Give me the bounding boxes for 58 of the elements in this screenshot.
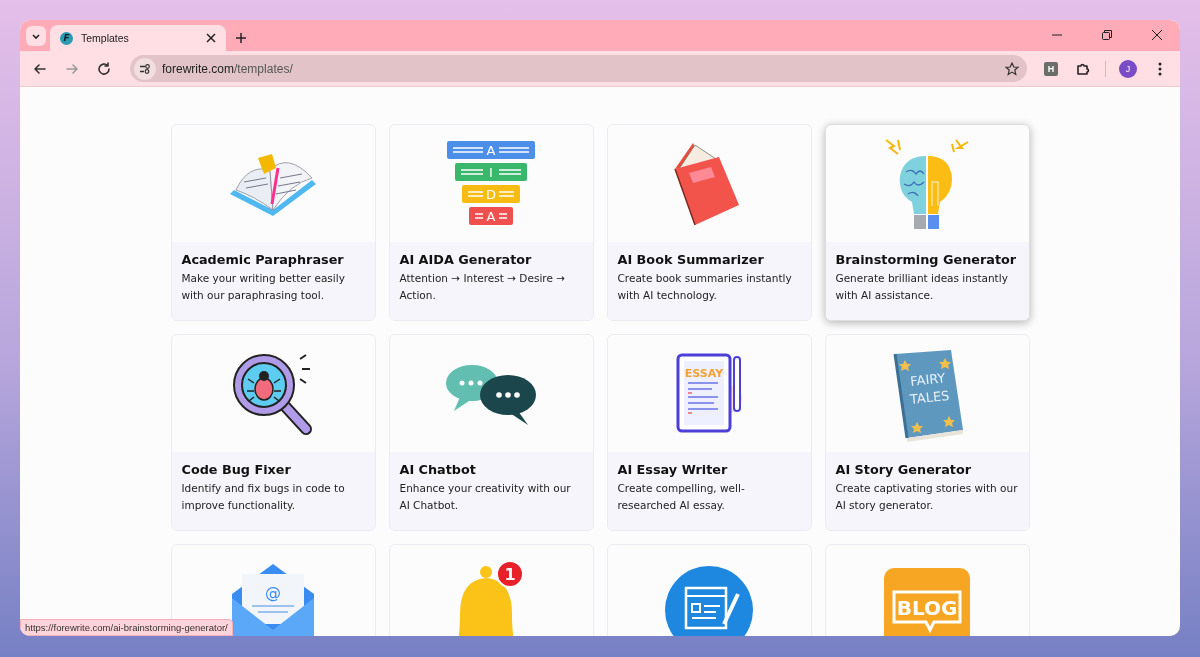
browser-tab[interactable]: F Templates bbox=[50, 25, 226, 51]
card-title: AI Book Summarizer bbox=[617, 252, 765, 267]
template-card[interactable]: Academic Paraphraser Make your writing better easily with our paraphrasing tool. bbox=[170, 124, 376, 321]
template-card[interactable]: FAIRY TALES AI Story Generator Create captivating stories with our AI story generator. bbox=[824, 334, 1030, 531]
card-title: Academic Paraphraser bbox=[181, 252, 345, 267]
close-window-icon[interactable] bbox=[1152, 30, 1162, 40]
chat-bubbles-icon bbox=[445, 364, 536, 425]
card-description: Make your writing better easily with our paraphrasing tool. bbox=[181, 271, 346, 303]
open-book-icon bbox=[230, 153, 316, 216]
notification-count: 1 bbox=[504, 564, 516, 584]
book-cover-title: FAIRY bbox=[909, 369, 947, 389]
template-card[interactable]: 1 bbox=[388, 544, 594, 636]
profile-avatar[interactable]: J bbox=[1119, 59, 1137, 78]
template-card[interactable]: Brainstorming Generator Generate brilliant ideas instantly with AI assistance. bbox=[824, 124, 1030, 321]
extension-button[interactable]: H bbox=[1037, 54, 1065, 83]
card-title: Brainstorming Generator bbox=[835, 252, 1018, 267]
closed-book-icon bbox=[674, 142, 739, 226]
card-description: Create captivating stories with our AI story generator. bbox=[835, 481, 1019, 513]
new-tab-icon[interactable] bbox=[235, 32, 247, 44]
bug-magnifier-icon bbox=[233, 353, 312, 435]
bookmark-star-icon[interactable] bbox=[1005, 61, 1019, 76]
funnel-letter: I bbox=[489, 164, 493, 180]
article-edit-icon bbox=[665, 565, 753, 636]
card-title: Code Bug Fixer bbox=[181, 462, 292, 477]
card-description: Create compelling, well-researched AI essay. bbox=[617, 481, 746, 513]
essay-label: ESSAY bbox=[684, 366, 724, 380]
card-description: Generate brilliant ideas instantly with AI assistance. bbox=[835, 271, 1009, 303]
card-title: AI AIDA Generator bbox=[399, 252, 533, 267]
close-icon[interactable] bbox=[206, 33, 216, 43]
status-url: https://forewrite.com/ai-brainstorming-generator/ bbox=[20, 619, 233, 636]
card-description: Attention → Interest → Desire → Action. bbox=[399, 271, 566, 303]
template-card[interactable]: ESSAY AI Essay Writer Create compelling, well-researched AI essay. bbox=[606, 334, 812, 531]
card-title: AI Story Generator bbox=[835, 462, 972, 477]
template-card[interactable]: AI Book Summarizer Create book summaries instantly with AI technology. bbox=[606, 124, 812, 321]
caret-icon bbox=[31, 31, 41, 41]
card-description: Create book summaries instantly with AI technology. bbox=[617, 271, 793, 303]
template-card[interactable]: Code Bug Fixer Identify and fix bugs in code to improve functionality. bbox=[170, 334, 376, 531]
funnel-letter: D bbox=[486, 186, 496, 202]
funnel-letter: A bbox=[486, 142, 496, 158]
card-title: AI Essay Writer bbox=[617, 462, 729, 477]
tab-search-button[interactable] bbox=[26, 26, 46, 46]
template-card[interactable]: A I D A AI AIDA Generator Attention → Interest → Desire → Action. bbox=[388, 124, 594, 321]
tab-title: Templates bbox=[81, 32, 130, 44]
brain-lightbulb-icon bbox=[885, 139, 969, 229]
book-cover-title: TALES bbox=[909, 387, 951, 407]
restore-icon[interactable] bbox=[1102, 30, 1112, 40]
template-card[interactable]: AI Chatbot Enhance your creativity with our AI Chatbot. bbox=[388, 334, 594, 531]
url-text: forewrite.com/templates/ bbox=[162, 61, 294, 76]
card-description: Identify and fix bugs in code to improve functionality. bbox=[181, 481, 346, 513]
address-bar[interactable]: forewrite.com/templates/ bbox=[130, 55, 1027, 82]
notification-badge-background bbox=[496, 559, 524, 588]
card-title: AI Chatbot bbox=[399, 462, 477, 477]
funnel-letter: A bbox=[486, 208, 496, 224]
site-settings-icon[interactable] bbox=[134, 57, 156, 80]
blog-label: BLOG bbox=[896, 595, 958, 620]
site-favicon: F bbox=[60, 31, 73, 45]
card-description: Enhance your creativity with our AI Chatbot. bbox=[399, 481, 572, 513]
at-sign: @ bbox=[265, 582, 281, 602]
